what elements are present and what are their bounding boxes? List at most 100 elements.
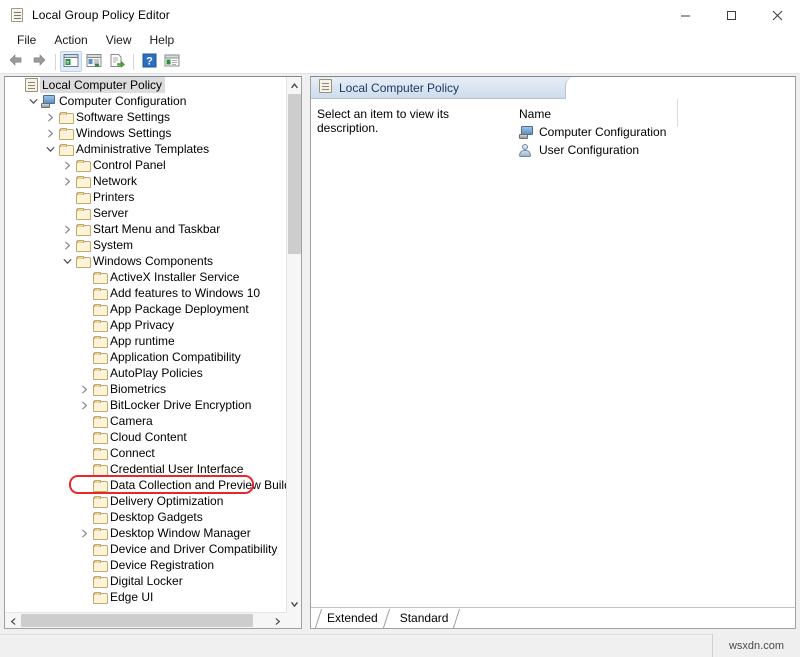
expander-placeholder — [77, 541, 91, 557]
expander-placeholder — [77, 573, 91, 589]
show-hide-console-tree-button[interactable] — [60, 51, 82, 72]
tree-item[interactable]: Add features to Windows 10 — [5, 285, 286, 301]
menu-view[interactable]: View — [97, 31, 141, 50]
close-button[interactable] — [754, 0, 800, 30]
tree-item[interactable]: Computer Configuration — [5, 93, 286, 109]
tree-item[interactable]: App Package Deployment — [5, 301, 286, 317]
chevron-down-icon[interactable] — [43, 141, 57, 157]
properties-button[interactable] — [83, 51, 105, 72]
tree-hscroll-thumb[interactable] — [21, 614, 253, 627]
chevron-right-icon[interactable] — [60, 237, 74, 253]
description-text: Select an item to view its description. — [317, 107, 507, 135]
chevron-right-icon[interactable] — [60, 157, 74, 173]
tab-standard[interactable]: Standard — [388, 608, 459, 628]
expander-placeholder — [77, 445, 91, 461]
column-header-name[interactable]: Name — [513, 105, 795, 123]
folder-icon — [74, 157, 91, 173]
tree-item[interactable]: Control Panel — [5, 157, 286, 173]
tree-item[interactable]: Server — [5, 205, 286, 221]
tree-item-label: Computer Configuration — [57, 93, 189, 109]
forward-button[interactable] — [28, 51, 50, 72]
tab-extended[interactable]: Extended — [315, 608, 388, 628]
tree-item[interactable]: Start Menu and Taskbar — [5, 221, 286, 237]
expander-placeholder — [60, 189, 74, 205]
tree-item[interactable]: App runtime — [5, 333, 286, 349]
tree-item[interactable]: Camera — [5, 413, 286, 429]
tree-item[interactable]: Data Collection and Preview Builds — [5, 477, 286, 493]
tree-item-label: Digital Locker — [108, 573, 186, 589]
toolbar-separator-2 — [133, 54, 134, 70]
tree-item[interactable]: Application Compatibility — [5, 349, 286, 365]
tree-item-label: App Privacy — [108, 317, 177, 333]
tree-item-label: Credential User Interface — [108, 461, 246, 477]
action-pane-icon — [164, 53, 180, 71]
console-tree[interactable]: Local Computer PolicyComputer Configurat… — [5, 77, 286, 612]
maximize-button[interactable] — [708, 0, 754, 30]
chevron-down-icon[interactable] — [26, 93, 40, 109]
export-list-button[interactable] — [106, 51, 128, 72]
tree-item[interactable]: Connect — [5, 445, 286, 461]
chevron-right-icon[interactable] — [60, 221, 74, 237]
tree-item[interactable]: Windows Components — [5, 253, 286, 269]
back-button[interactable] — [5, 51, 27, 72]
chevron-right-icon[interactable] — [43, 125, 57, 141]
tree-item[interactable]: Windows Settings — [5, 125, 286, 141]
menu-file[interactable]: File — [8, 31, 45, 50]
window-controls — [662, 0, 800, 30]
tree-item[interactable]: BitLocker Drive Encryption — [5, 397, 286, 413]
folder-icon — [91, 365, 108, 381]
minimize-button[interactable] — [662, 0, 708, 30]
scroll-left-arrow-icon[interactable] — [5, 613, 20, 629]
tree-item[interactable]: Administrative Templates — [5, 141, 286, 157]
tree-item[interactable]: System — [5, 237, 286, 253]
tree-item[interactable]: Printers — [5, 189, 286, 205]
scroll-down-arrow-icon[interactable] — [287, 596, 302, 612]
tree-item-label: Connect — [108, 445, 158, 461]
show-hide-action-pane-button[interactable] — [161, 51, 183, 72]
tree-item[interactable]: Credential User Interface — [5, 461, 286, 477]
chevron-down-icon[interactable] — [60, 253, 74, 269]
tree-item[interactable]: Software Settings — [5, 109, 286, 125]
tree-item[interactable]: Device and Driver Compatibility — [5, 541, 286, 557]
menu-action[interactable]: Action — [45, 31, 96, 50]
tree-item[interactable]: Desktop Window Manager — [5, 525, 286, 541]
chevron-right-icon[interactable] — [60, 173, 74, 189]
tree-item[interactable]: Digital Locker — [5, 573, 286, 589]
chevron-right-icon[interactable] — [43, 109, 57, 125]
tree-item-label: Software Settings — [74, 109, 173, 125]
tree-item[interactable]: Delivery Optimization — [5, 493, 286, 509]
toolbar: ? — [0, 50, 800, 74]
chevron-right-icon[interactable] — [77, 397, 91, 413]
chevron-right-icon[interactable] — [77, 381, 91, 397]
svg-text:?: ? — [146, 55, 153, 67]
scroll-up-arrow-icon[interactable] — [287, 77, 302, 93]
tree-item[interactable]: Edge UI — [5, 589, 286, 605]
tree-item[interactable]: Biometrics — [5, 381, 286, 397]
tree-item[interactable]: Desktop Gadgets — [5, 509, 286, 525]
tree-horizontal-scrollbar[interactable] — [5, 612, 286, 628]
tree-item[interactable]: Local Computer Policy — [5, 77, 286, 93]
export-list-icon — [109, 53, 125, 71]
tree-scroll-thumb[interactable] — [288, 94, 301, 254]
expander-placeholder — [77, 317, 91, 333]
tree-item[interactable]: Cloud Content — [5, 429, 286, 445]
tree-item[interactable]: ActiveX Installer Service — [5, 269, 286, 285]
scroll-right-arrow-icon[interactable] — [271, 613, 286, 629]
help-button[interactable]: ? — [138, 51, 160, 72]
chevron-right-icon[interactable] — [77, 525, 91, 541]
folder-icon — [91, 557, 108, 573]
expander-placeholder — [9, 77, 23, 93]
tree-item[interactable]: Device Registration — [5, 557, 286, 573]
folder-icon — [91, 573, 108, 589]
list-item[interactable]: User Configuration — [513, 141, 795, 159]
list-item[interactable]: Computer Configuration — [513, 123, 795, 141]
tree-item[interactable]: Network — [5, 173, 286, 189]
tree-item-label: Application Compatibility — [108, 349, 244, 365]
console-tree-icon — [63, 53, 79, 71]
menu-help[interactable]: Help — [141, 31, 184, 50]
expander-placeholder — [77, 285, 91, 301]
tree-item-label: ActiveX Installer Service — [108, 269, 242, 285]
tree-item[interactable]: App Privacy — [5, 317, 286, 333]
tree-item[interactable]: AutoPlay Policies — [5, 365, 286, 381]
tree-vertical-scrollbar[interactable] — [286, 77, 301, 612]
